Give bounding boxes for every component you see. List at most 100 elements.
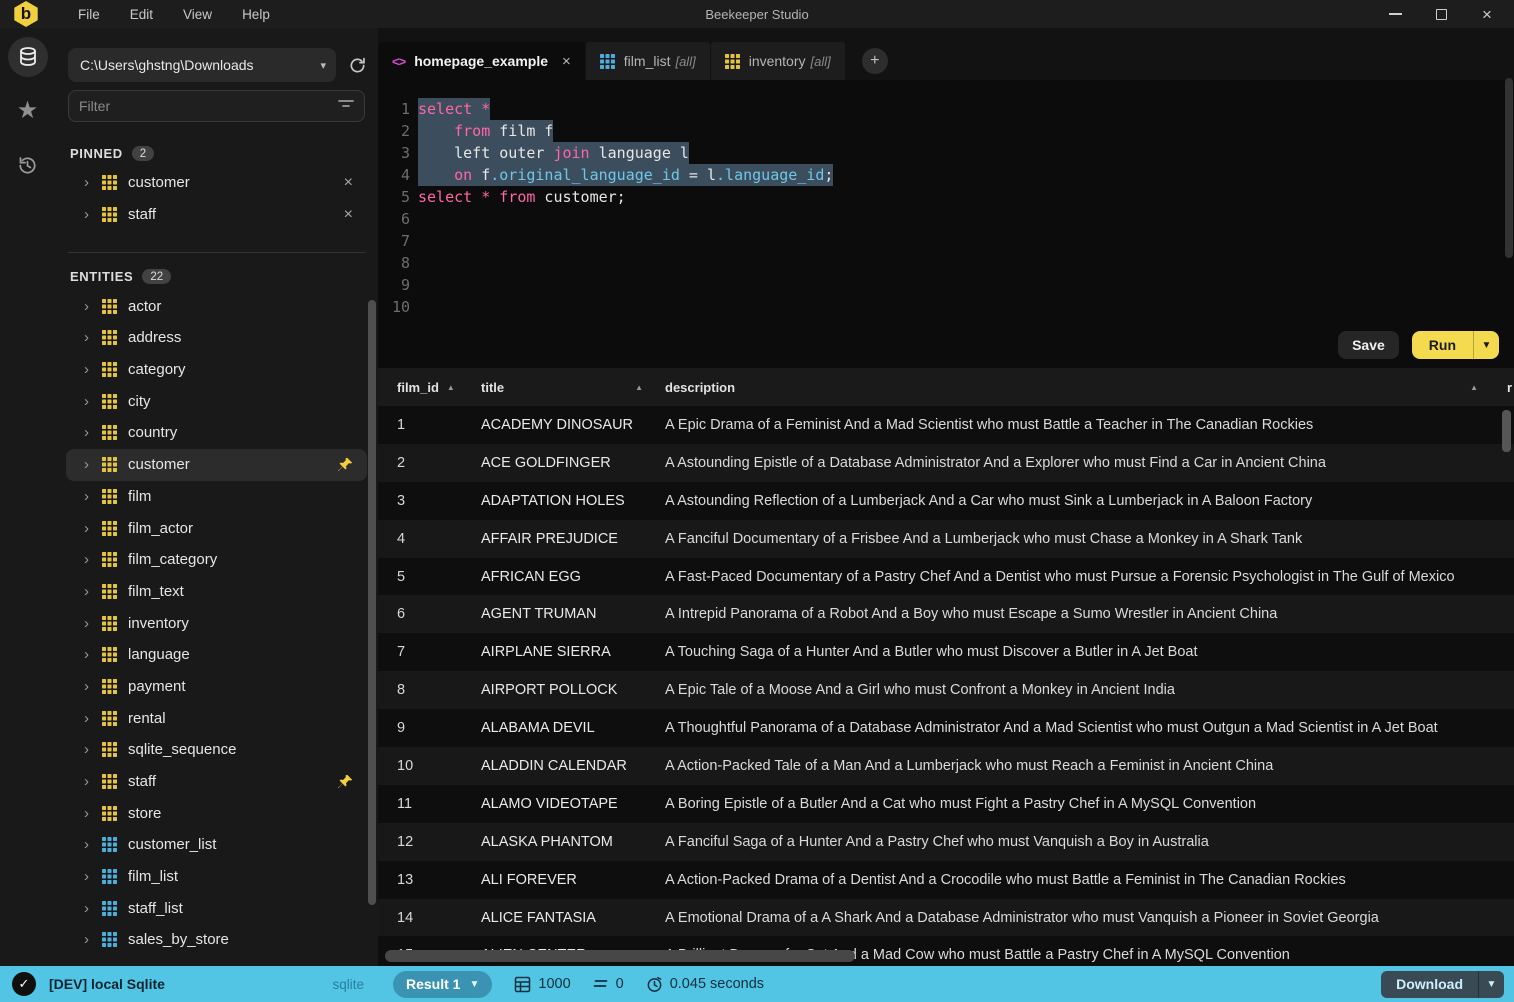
table-horizontal-scrollbar[interactable] bbox=[385, 950, 855, 962]
run-button[interactable]: Run ▼ bbox=[1411, 331, 1499, 359]
sidebar-item-customer[interactable]: › customer bbox=[66, 448, 367, 481]
chevron-right-icon[interactable]: › bbox=[84, 869, 102, 884]
chevron-right-icon[interactable]: › bbox=[84, 647, 102, 662]
chevron-right-icon[interactable]: › bbox=[84, 330, 102, 345]
chevron-right-icon[interactable]: › bbox=[84, 362, 102, 377]
tab-film_list[interactable]: film_list [all] bbox=[585, 42, 710, 80]
chevron-right-icon[interactable]: › bbox=[84, 711, 102, 726]
code-line-6[interactable]: 6 bbox=[378, 208, 1514, 230]
code-line-5[interactable]: 5 select * from customer; bbox=[378, 186, 1514, 208]
save-button[interactable]: Save bbox=[1338, 331, 1399, 359]
table-row[interactable]: 12 ALASKA PHANTOM A Fanciful Saga of a Hun… bbox=[378, 822, 1514, 861]
cell-title[interactable]: ALICE FANTASIA bbox=[481, 910, 665, 926]
sidebar-item-sqlite_sequence[interactable]: › sqlite_sequence bbox=[66, 734, 367, 766]
table-row[interactable]: 10 ALADDIN CALENDAR A Action-Packed Tale o… bbox=[378, 747, 1514, 785]
code-line-3[interactable]: 3 left outer join language l bbox=[378, 142, 1514, 164]
table-row[interactable]: 8 AIRPORT POLLOCK A Epic Tale of a Moose A… bbox=[378, 671, 1514, 710]
cell-film-id[interactable]: 12 bbox=[397, 834, 481, 850]
tab-inventory[interactable]: inventory [all] bbox=[710, 42, 845, 80]
sidebar-item-city[interactable]: › city bbox=[66, 385, 367, 417]
chevron-right-icon[interactable]: › bbox=[84, 584, 102, 599]
download-button[interactable]: Download ▼ bbox=[1381, 970, 1504, 998]
sidebar-item-category[interactable]: › category bbox=[66, 354, 367, 386]
cell-film-id[interactable]: 13 bbox=[397, 872, 481, 888]
cell-description[interactable]: A Intrepid Panorama of a Robot And a Boy… bbox=[665, 606, 1514, 622]
chevron-right-icon[interactable]: › bbox=[84, 679, 102, 694]
cell-film-id[interactable]: 2 bbox=[397, 455, 481, 471]
sidebar-item-staff[interactable]: › staff bbox=[66, 766, 367, 798]
chevron-right-icon[interactable]: › bbox=[84, 489, 102, 504]
pin-icon[interactable] bbox=[338, 457, 353, 472]
chevron-right-icon[interactable]: › bbox=[84, 425, 102, 440]
chevron-right-icon[interactable]: › bbox=[84, 774, 102, 789]
chevron-right-icon[interactable]: › bbox=[84, 394, 102, 409]
cell-description[interactable]: A Fanciful Saga of a Hunter And a Pastry… bbox=[665, 834, 1514, 850]
cell-film-id[interactable]: 11 bbox=[397, 796, 481, 812]
sidebar-item-payment[interactable]: › payment bbox=[66, 671, 367, 703]
cell-film-id[interactable]: 14 bbox=[397, 910, 481, 926]
cell-description[interactable]: A Emotional Drama of a A Shark And a Dat… bbox=[665, 910, 1514, 926]
run-button-label[interactable]: Run bbox=[1412, 337, 1473, 353]
sidebar-item-film_text[interactable]: › film_text bbox=[66, 576, 367, 608]
chevron-right-icon[interactable]: › bbox=[84, 175, 102, 190]
cell-film-id[interactable]: 7 bbox=[397, 644, 481, 660]
cell-title[interactable]: ALABAMA DEVIL bbox=[481, 720, 665, 736]
table-row[interactable]: 6 AGENT TRUMAN A Intrepid Panorama of a Ro… bbox=[378, 595, 1514, 634]
cell-film-id[interactable]: 10 bbox=[397, 758, 481, 774]
chevron-right-icon[interactable]: › bbox=[84, 207, 102, 222]
cell-description[interactable]: A Astounding Epistle of a Database Admin… bbox=[665, 455, 1514, 471]
sidebar-item-film_category[interactable]: › film_category bbox=[66, 544, 367, 576]
new-tab-button[interactable]: + bbox=[861, 48, 888, 74]
history-nav-icon[interactable] bbox=[8, 145, 48, 185]
cell-description[interactable]: A Astounding Reflection of a Lumberjack … bbox=[665, 493, 1514, 509]
cell-title[interactable]: ADAPTATION HOLES bbox=[481, 493, 665, 509]
chevron-right-icon[interactable]: › bbox=[84, 521, 102, 536]
sidebar-item-rental[interactable]: › rental bbox=[66, 702, 367, 734]
table-row[interactable]: 1 ACADEMY DINOSAUR A Epic Drama of a Femin… bbox=[378, 406, 1514, 444]
cell-film-id[interactable]: 1 bbox=[397, 417, 481, 433]
chevron-right-icon[interactable]: › bbox=[84, 299, 102, 314]
result-selector-button[interactable]: Result 1 ▼ bbox=[393, 970, 493, 998]
pinned-item-staff[interactable]: › staff × bbox=[66, 199, 367, 231]
table-row[interactable]: 4 AFFAIR PREJUDICE A Fanciful Documentary … bbox=[378, 519, 1514, 558]
code-line-2[interactable]: 2 from film f bbox=[378, 120, 1514, 142]
chevron-right-icon[interactable]: › bbox=[84, 616, 102, 631]
cell-title[interactable]: ALADDIN CALENDAR bbox=[481, 758, 665, 774]
code-line-8[interactable]: 8 bbox=[378, 252, 1514, 274]
unpin-close-icon[interactable]: × bbox=[344, 206, 353, 223]
tab-close-icon[interactable]: × bbox=[562, 54, 571, 69]
pin-icon[interactable] bbox=[338, 774, 353, 789]
cell-title[interactable]: AIRPLANE SIERRA bbox=[481, 644, 665, 660]
chevron-right-icon[interactable]: › bbox=[84, 457, 102, 472]
cell-title[interactable]: ACE GOLDFINGER bbox=[481, 455, 665, 471]
favorites-nav-icon[interactable]: ★ bbox=[8, 91, 48, 131]
cell-title[interactable]: AIRPORT POLLOCK bbox=[481, 682, 665, 698]
maximize-button[interactable] bbox=[1432, 5, 1450, 23]
sidebar-scrollbar[interactable] bbox=[368, 300, 376, 905]
cell-description[interactable]: A Touching Saga of a Hunter And a Butler… bbox=[665, 644, 1514, 660]
table-row[interactable]: 9 ALABAMA DEVIL A Thoughtful Panorama of a… bbox=[378, 709, 1514, 748]
download-button-label[interactable]: Download bbox=[1381, 976, 1478, 992]
cell-description[interactable]: A Fast-Paced Documentary of a Pastry Che… bbox=[665, 569, 1514, 585]
run-options-caret-icon[interactable]: ▼ bbox=[1473, 331, 1499, 359]
cell-description[interactable]: A Fanciful Documentary of a Frisbee And … bbox=[665, 531, 1514, 547]
table-row[interactable]: 14 ALICE FANTASIA A Emotional Drama of a A… bbox=[378, 898, 1514, 937]
chevron-right-icon[interactable]: › bbox=[84, 742, 102, 757]
refresh-icon[interactable] bbox=[346, 54, 368, 76]
column-header-description[interactable]: description ▲ bbox=[665, 380, 1514, 395]
chevron-right-icon[interactable]: › bbox=[84, 837, 102, 852]
sidebar-item-store[interactable]: › store bbox=[66, 797, 367, 829]
download-options-caret-icon[interactable]: ▼ bbox=[1478, 970, 1504, 998]
sidebar-item-film_actor[interactable]: › film_actor bbox=[66, 512, 367, 544]
database-nav-icon[interactable] bbox=[7, 37, 48, 77]
cell-description[interactable]: A Action-Packed Tale of a Man And a Lumb… bbox=[665, 758, 1514, 774]
cell-film-id[interactable]: 3 bbox=[397, 493, 481, 509]
connection-select[interactable]: C:\Users\ghstng\Downloads ▾ bbox=[68, 48, 336, 82]
cell-title[interactable]: ALI FOREVER bbox=[481, 872, 665, 888]
editor-scrollbar[interactable] bbox=[1505, 78, 1513, 258]
pinned-item-customer[interactable]: › customer × bbox=[66, 167, 367, 199]
filter-icon[interactable] bbox=[338, 97, 354, 116]
cell-film-id[interactable]: 5 bbox=[397, 569, 481, 585]
cell-film-id[interactable]: 6 bbox=[397, 606, 481, 622]
table-row[interactable]: 11 ALAMO VIDEOTAPE A Boring Epistle of a B… bbox=[378, 784, 1514, 823]
